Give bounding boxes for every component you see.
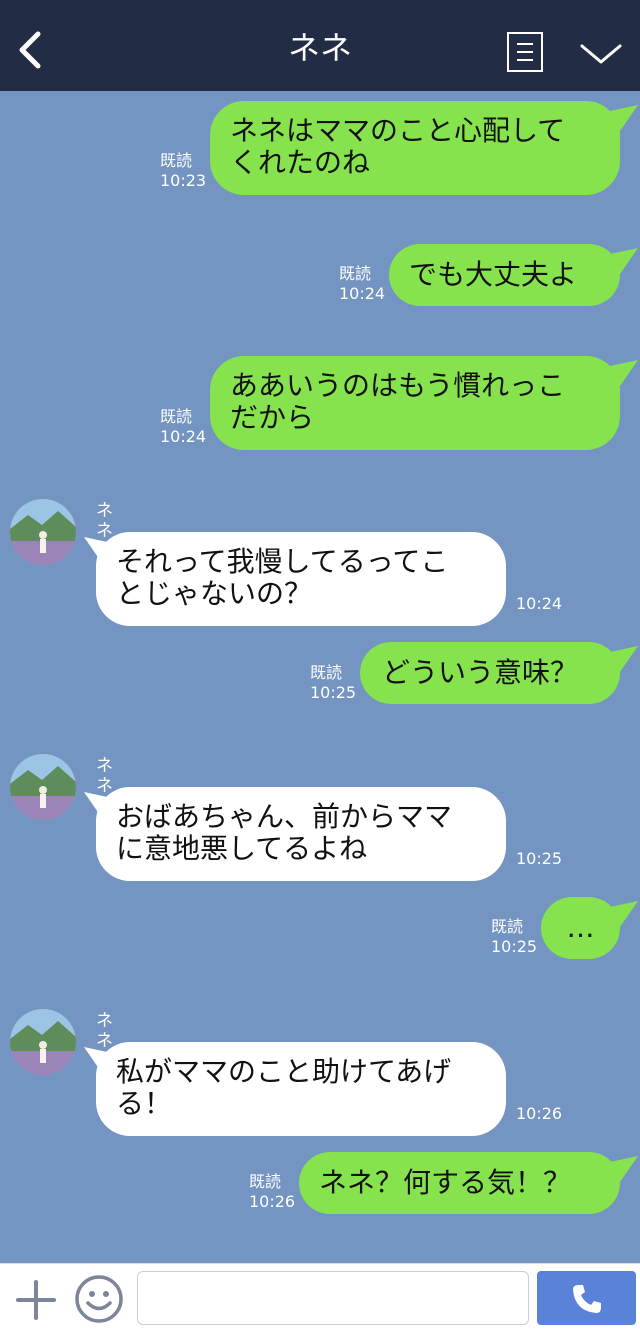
message-bubble[interactable]: でも大丈夫よ <box>389 244 620 306</box>
read-receipt: 既読 <box>310 663 343 682</box>
avatar[interactable] <box>10 1009 76 1075</box>
message-bubble[interactable]: 私がママのこと助けてあげ る！ <box>96 1042 506 1136</box>
message-meta: 既読 10:26 <box>249 1172 295 1212</box>
message-time: 10:24 <box>160 427 207 446</box>
read-receipt: 既読 <box>160 407 193 426</box>
message-bubble[interactable]: ああいうのはもう慣れっこ だから <box>210 356 620 450</box>
chat-title: ネネ <box>287 29 352 67</box>
chevron-down-icon[interactable] <box>578 38 624 68</box>
message-bubble[interactable]: どういう意味？ <box>360 642 620 704</box>
bubble-tail <box>610 1156 638 1182</box>
plus-icon[interactable] <box>16 1280 56 1320</box>
message-time: 10:25 <box>310 683 357 702</box>
message-bubble[interactable]: おばあちゃん、前からママ に意地悪してるよね <box>96 787 506 881</box>
call-button[interactable] <box>537 1271 636 1325</box>
message-meta: 既読 10:24 <box>339 264 385 304</box>
message-text: でも大丈夫よ <box>409 258 578 291</box>
input-bar <box>0 1263 640 1333</box>
message-bubble[interactable]: ネネ？何する気！？ <box>299 1152 620 1214</box>
bubble-tail <box>610 901 638 927</box>
bubble-tail <box>610 360 638 386</box>
message-time: 10:23 <box>160 171 207 190</box>
message-bubble[interactable]: … <box>541 897 620 959</box>
sender-name: ネネ <box>96 1011 113 1051</box>
read-receipt: 既読 <box>339 264 372 283</box>
phone-icon <box>573 1285 601 1313</box>
read-receipt: 既読 <box>491 917 524 936</box>
message-meta: 既読 10:25 <box>310 663 356 703</box>
message-meta: 既読 10:24 <box>160 407 206 447</box>
read-receipt: 既読 <box>249 1172 282 1191</box>
message-text: ネネはママのこと心配して くれたのね <box>230 114 566 179</box>
bubble-tail <box>610 646 638 672</box>
message-text: 私がママのこと助けてあげ る！ <box>116 1055 452 1120</box>
message-text: それって我慢してるってこ とじゃないの？ <box>116 545 449 610</box>
message-text: どういう意味？ <box>382 656 579 689</box>
read-receipt: 既読 <box>160 151 193 170</box>
message-meta: 既読 10:25 <box>491 917 537 957</box>
message-text: … <box>566 911 595 944</box>
avatar[interactable] <box>10 754 76 820</box>
message-text: ああいうのはもう慣れっこ だから <box>230 369 566 434</box>
message-text: ネネ？何する気！？ <box>319 1166 572 1199</box>
sender-name: ネネ <box>96 756 113 796</box>
message-text: おばあちゃん、前からママ に意地悪してるよね <box>116 800 453 865</box>
bubble-tail <box>610 248 638 274</box>
avatar[interactable] <box>10 499 76 565</box>
message-bubble[interactable]: ネネはママのこと心配して くれたのね <box>210 101 620 195</box>
menu-icon[interactable] <box>507 32 543 72</box>
message-bubble[interactable]: それって我慢してるってこ とじゃないの？ <box>96 532 506 626</box>
chat-header: ネネ <box>0 0 640 91</box>
emoji-icon[interactable] <box>74 1274 124 1324</box>
chat-area[interactable]: 既読 10:23 ネネはママのこと心配して くれたのね 既読 10:24 でも大… <box>0 91 640 1263</box>
message-time: 10:26 <box>516 1104 563 1123</box>
message-time: 10:24 <box>516 594 563 613</box>
message-input[interactable] <box>137 1271 529 1325</box>
message-time: 10:24 <box>339 284 386 303</box>
message-time: 10:25 <box>516 849 563 868</box>
bubble-tail <box>610 105 638 131</box>
message-time: 10:26 <box>249 1192 296 1211</box>
message-meta: 既読 10:23 <box>160 151 206 191</box>
message-time: 10:25 <box>491 937 538 956</box>
sender-name: ネネ <box>96 501 113 541</box>
